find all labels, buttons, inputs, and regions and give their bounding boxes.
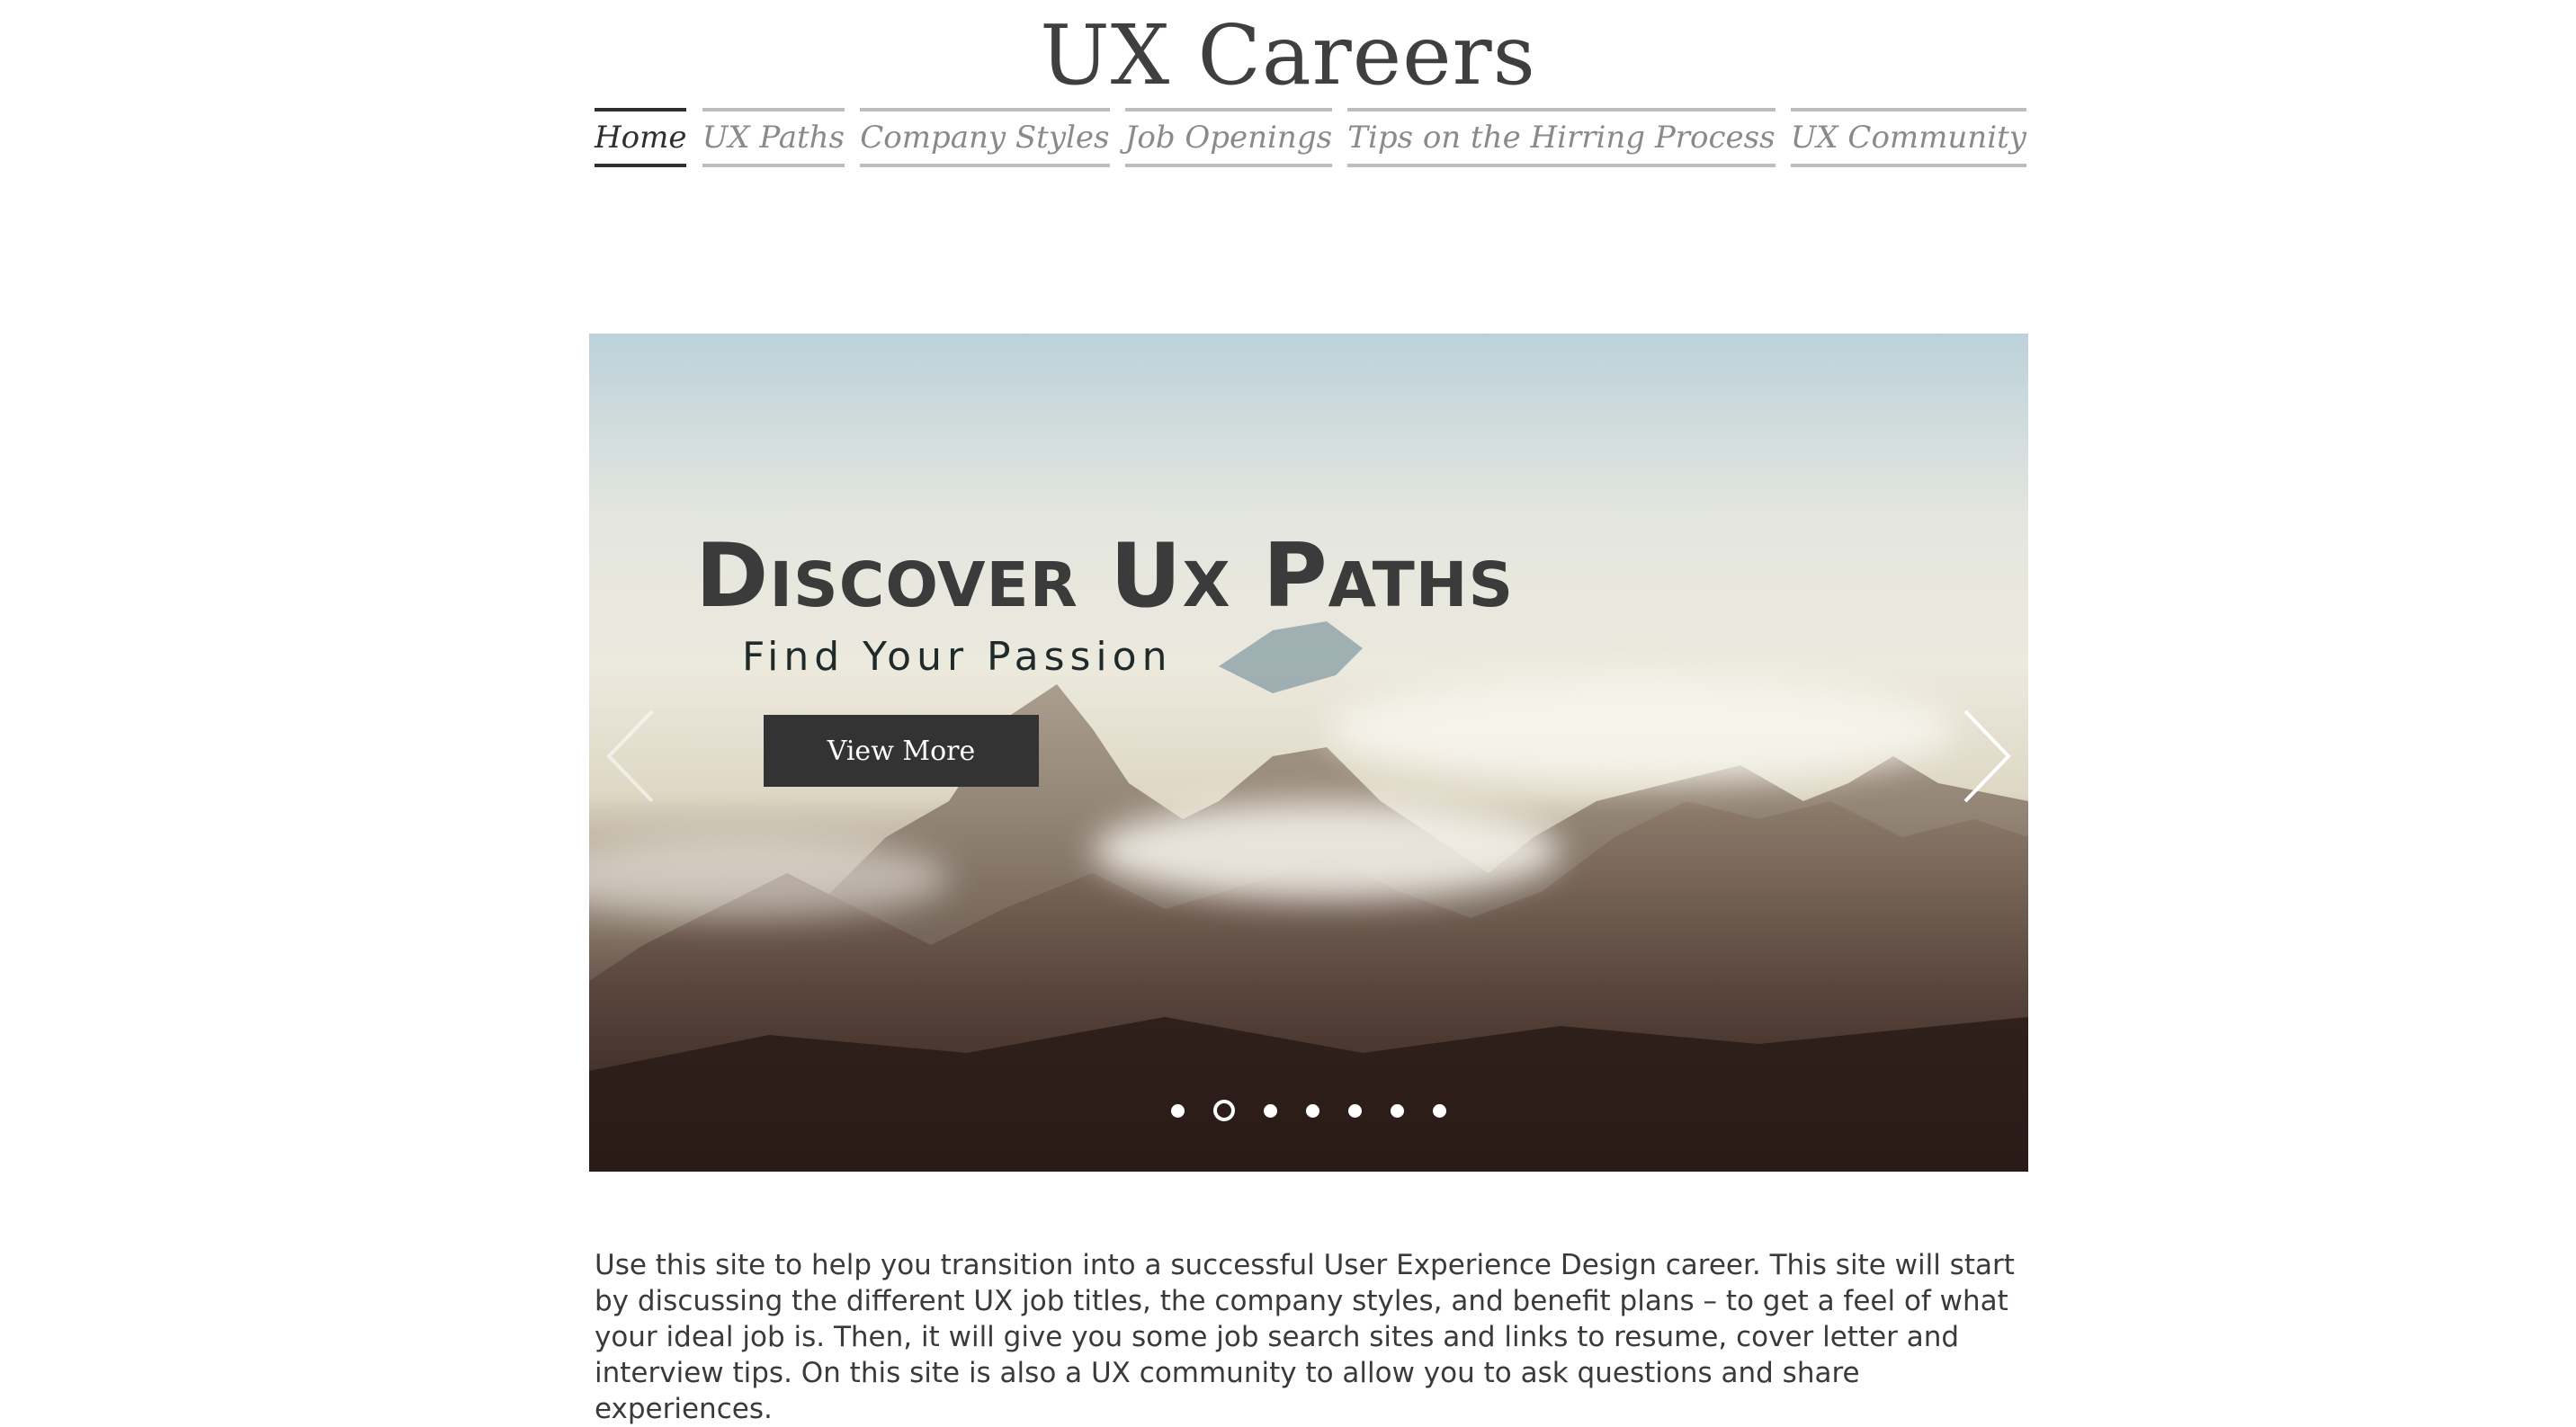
nav-item-ux-community[interactable]: UX Community bbox=[1790, 108, 2026, 167]
main-nav: Home UX Paths Company Styles Job Opening… bbox=[595, 108, 2026, 167]
hero-slideshow: Discover Ux Paths Find Your Passion View… bbox=[589, 334, 2028, 1172]
cloud-mist bbox=[1093, 801, 1561, 900]
nav-item-home[interactable]: Home bbox=[595, 108, 687, 167]
nav-item-company-styles[interactable]: Company Styles bbox=[860, 108, 1110, 167]
slide-dot-7[interactable] bbox=[1433, 1103, 1446, 1118]
chevron-left-icon[interactable] bbox=[598, 702, 670, 810]
hero-title: Discover Ux Paths bbox=[695, 525, 1515, 628]
cloud-mist bbox=[1327, 675, 1956, 783]
nav-item-job-openings[interactable]: Job Openings bbox=[1124, 108, 1333, 167]
site-title: UX Careers bbox=[1040, 7, 1536, 103]
slide-dot-5[interactable] bbox=[1348, 1103, 1362, 1118]
slideshow-dots bbox=[589, 1100, 2028, 1121]
view-more-button[interactable]: View More bbox=[764, 715, 1039, 787]
slide-dot-2[interactable] bbox=[1213, 1100, 1235, 1121]
slide-dot-6[interactable] bbox=[1391, 1103, 1404, 1118]
intro-paragraph: Use this site to help you transition int… bbox=[595, 1249, 2015, 1425]
hero-subtitle: Find Your Passion bbox=[742, 634, 1173, 680]
nav-item-tips-hiring[interactable]: Tips on the Hirring Process bbox=[1347, 108, 1775, 167]
nav-item-ux-paths[interactable]: UX Paths bbox=[702, 108, 845, 167]
slide-dot-4[interactable] bbox=[1306, 1103, 1319, 1118]
chevron-right-icon[interactable] bbox=[1947, 702, 2019, 810]
slide-dot-3[interactable] bbox=[1264, 1103, 1277, 1118]
slide-dot-1[interactable] bbox=[1171, 1103, 1185, 1118]
